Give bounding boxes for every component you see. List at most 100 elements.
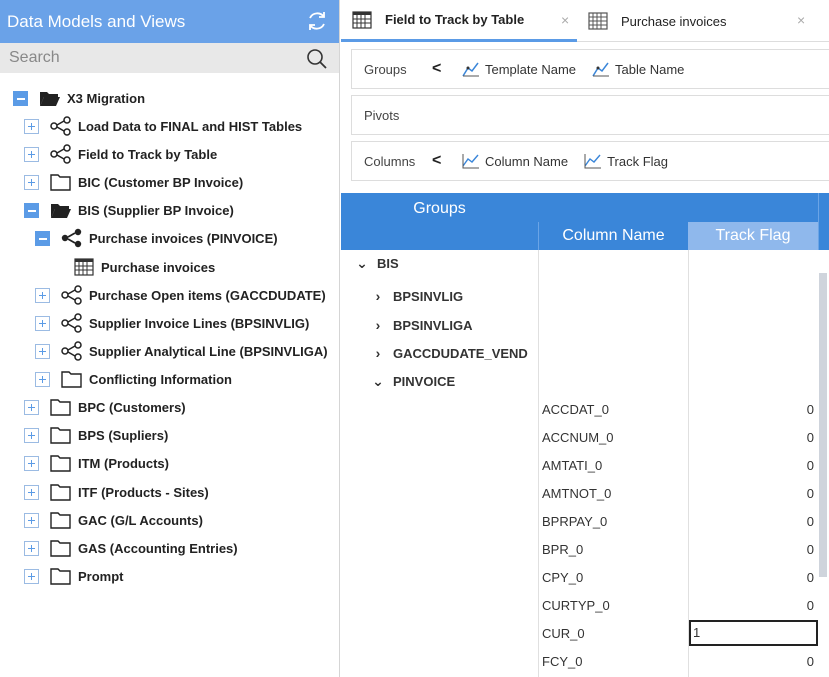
tree-node-field-to-track[interactable]: Field to Track by Table bbox=[24, 142, 217, 166]
tree-label: Purchase Open items (GACCDUDATE) bbox=[89, 287, 326, 303]
track-flag-cell[interactable]: 0 bbox=[807, 570, 814, 585]
track-flag-edit-cell[interactable]: 1 bbox=[689, 620, 818, 646]
tree-node-itm[interactable]: ITM (Products) bbox=[24, 451, 169, 475]
column-name-cell: BPRPAY_0 bbox=[542, 514, 608, 529]
table-row[interactable]: CUR_0 1 bbox=[538, 619, 818, 647]
tree-node-conflicting-information[interactable]: Conflicting Information bbox=[35, 367, 232, 391]
tree-node-bps[interactable]: BPS (Supliers) bbox=[24, 423, 168, 447]
group-row-bpsinvliga[interactable]: › BPSINVLIGA bbox=[371, 311, 473, 339]
expand-toggle[interactable] bbox=[24, 146, 39, 162]
expand-toggle[interactable] bbox=[24, 427, 39, 443]
expand-toggle[interactable] bbox=[35, 287, 50, 303]
group-row-bpsinvlig[interactable]: › BPSINVLIG bbox=[371, 282, 463, 310]
expand-toggle[interactable] bbox=[24, 174, 39, 190]
track-flag-cell[interactable]: 0 bbox=[807, 486, 814, 501]
track-flag-cell[interactable]: 0 bbox=[807, 402, 814, 417]
expand-toggle[interactable] bbox=[35, 343, 50, 359]
tree-node-bpc[interactable]: BPC (Customers) bbox=[24, 395, 186, 419]
search-icon[interactable] bbox=[306, 48, 328, 70]
tree-label: GAS (Accounting Entries) bbox=[78, 540, 238, 556]
tree-node-bic[interactable]: BIC (Customer BP Invoice) bbox=[24, 170, 243, 194]
chevron-right-icon[interactable]: › bbox=[371, 345, 385, 361]
tree-node-supplier-analytical-line[interactable]: Supplier Analytical Line (BPSINVLIGA) bbox=[35, 339, 328, 363]
hierarchy-icon bbox=[61, 285, 83, 305]
track-flag-cell[interactable]: 0 bbox=[807, 514, 814, 529]
table-row[interactable]: ACCDAT_0 0 bbox=[538, 395, 818, 423]
hierarchy-chart-icon bbox=[592, 62, 610, 77]
tab-field-to-track[interactable]: Field to Track by Table × bbox=[341, 0, 577, 42]
expand-toggle[interactable] bbox=[24, 455, 39, 471]
collapse-toggle[interactable] bbox=[35, 230, 50, 246]
tree-node-supplier-invoice-lines[interactable]: Supplier Invoice Lines (BPSINVLIG) bbox=[35, 311, 309, 335]
tree-node-bis[interactable]: BIS (Supplier BP Invoice) bbox=[24, 198, 234, 222]
tree-node-load-data[interactable]: Load Data to FINAL and HIST Tables bbox=[24, 114, 302, 138]
track-flag-cell[interactable]: 0 bbox=[807, 654, 814, 669]
collapse-toggle[interactable] bbox=[24, 202, 39, 218]
table-name-chip[interactable]: Table Name bbox=[592, 61, 684, 77]
table-row[interactable]: AMTNOT_0 0 bbox=[538, 479, 818, 507]
expand-toggle[interactable] bbox=[24, 399, 39, 415]
track-flag-cell[interactable]: 0 bbox=[807, 598, 814, 613]
tree-node-purchase-invoices-pinvoice[interactable]: Purchase invoices (PINVOICE) bbox=[35, 226, 278, 250]
expand-toggle[interactable] bbox=[24, 484, 39, 500]
close-icon[interactable]: × bbox=[797, 12, 805, 28]
scrollbar[interactable] bbox=[819, 273, 827, 577]
tree-node-itf[interactable]: ITF (Products - Sites) bbox=[24, 480, 209, 504]
groups-header[interactable]: Groups bbox=[341, 193, 538, 250]
expand-toggle[interactable] bbox=[35, 315, 50, 331]
hierarchy-icon bbox=[61, 341, 83, 361]
group-row-pinvoice[interactable]: ⌄ PINVOICE bbox=[371, 367, 455, 395]
tree-node-purchase-invoices-view[interactable]: Purchase invoices bbox=[62, 255, 215, 279]
expand-toggle[interactable] bbox=[24, 568, 39, 584]
track-flag-chip[interactable]: Track Flag bbox=[584, 153, 668, 169]
left-panel: Data Models and Views X3 Migration Load … bbox=[0, 0, 340, 677]
refresh-icon[interactable] bbox=[305, 9, 329, 33]
group-row-bis[interactable]: ⌄ BIS bbox=[355, 249, 399, 277]
search-input[interactable] bbox=[0, 43, 300, 73]
chevron-left-icon[interactable]: < bbox=[432, 60, 446, 78]
folder-icon bbox=[50, 538, 72, 558]
track-flag-cell[interactable]: 0 bbox=[807, 430, 814, 445]
folder-icon bbox=[50, 482, 72, 502]
table-row[interactable]: BPRPAY_0 0 bbox=[538, 507, 818, 535]
column-name-chip[interactable]: Column Name bbox=[462, 153, 568, 169]
tree-node-purchase-open-items[interactable]: Purchase Open items (GACCDUDATE) bbox=[35, 283, 326, 307]
column-name-cell: FCY_0 bbox=[542, 654, 583, 669]
group-row-gaccdudate-vend[interactable]: › GACCDUDATE_VEND bbox=[371, 339, 528, 367]
chevron-left-icon[interactable]: < bbox=[432, 152, 446, 170]
chevron-down-icon[interactable]: ⌄ bbox=[371, 373, 385, 390]
expand-toggle[interactable] bbox=[24, 512, 39, 528]
expand-toggle[interactable] bbox=[24, 118, 39, 134]
template-name-chip[interactable]: Template Name bbox=[462, 61, 576, 77]
column-name-header[interactable]: Column Name bbox=[538, 222, 688, 250]
expand-toggle[interactable] bbox=[24, 540, 39, 556]
tree-node-gas[interactable]: GAS (Accounting Entries) bbox=[24, 536, 238, 560]
table-row[interactable]: AMTATI_0 0 bbox=[538, 451, 818, 479]
table-row[interactable]: FCY_0 0 bbox=[538, 647, 818, 675]
tree-node-prompt[interactable]: Prompt bbox=[24, 564, 124, 588]
close-icon[interactable]: × bbox=[561, 12, 569, 28]
table-row[interactable]: CPY_0 0 bbox=[538, 563, 818, 591]
chevron-right-icon[interactable]: › bbox=[371, 288, 385, 304]
columns-zone[interactable]: Columns < Column Name Track Flag bbox=[351, 141, 829, 181]
tree-node-gac[interactable]: GAC (G/L Accounts) bbox=[24, 508, 203, 532]
track-flag-header[interactable]: Track Flag bbox=[688, 222, 818, 250]
pivots-zone[interactable]: Pivots bbox=[351, 95, 829, 135]
chevron-right-icon[interactable]: › bbox=[371, 317, 385, 333]
folder-icon bbox=[50, 566, 72, 586]
collapse-toggle[interactable] bbox=[13, 90, 28, 106]
table-row[interactable]: ACCNUM_0 0 bbox=[538, 423, 818, 451]
track-flag-cell[interactable]: 0 bbox=[807, 458, 814, 473]
chevron-down-icon[interactable]: ⌄ bbox=[355, 255, 369, 272]
table-row[interactable]: CURTYP_0 0 bbox=[538, 591, 818, 619]
group-label: BIS bbox=[377, 255, 399, 271]
column-name-cell: AMTATI_0 bbox=[542, 458, 603, 473]
tree-node-x3-migration[interactable]: X3 Migration bbox=[13, 86, 145, 110]
expand-toggle[interactable] bbox=[35, 371, 50, 387]
hierarchy-icon bbox=[50, 144, 72, 164]
group-label: GACCDUDATE_VEND bbox=[393, 345, 528, 361]
track-flag-cell[interactable]: 0 bbox=[807, 542, 814, 557]
groups-zone[interactable]: Groups < Template Name Table Name bbox=[351, 49, 829, 89]
table-row[interactable]: BPR_0 0 bbox=[538, 535, 818, 563]
tab-purchase-invoices[interactable]: Purchase invoices × bbox=[577, 0, 829, 42]
